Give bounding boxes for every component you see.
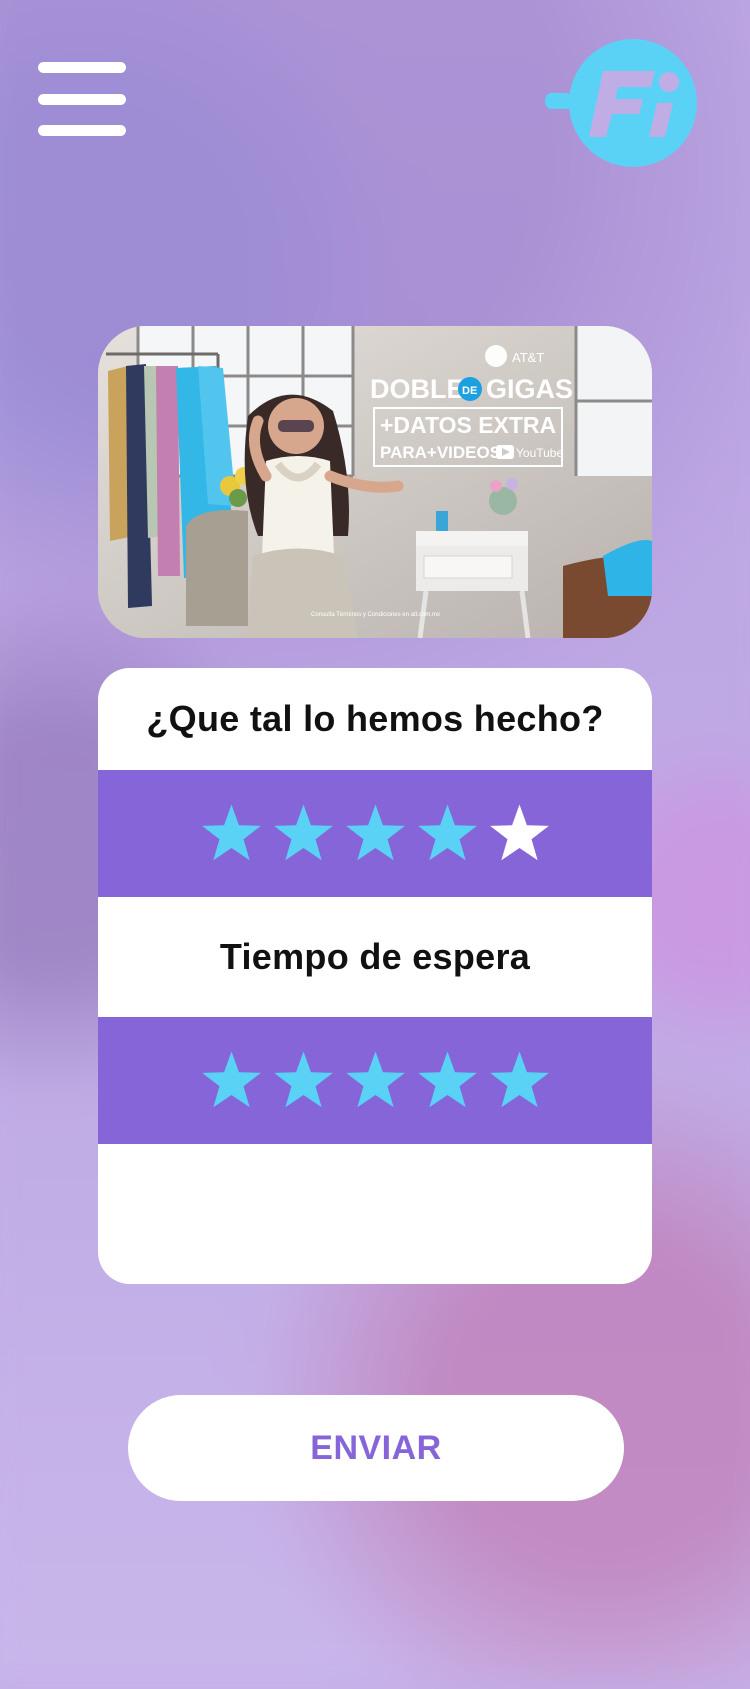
- question-label: Tiempo de espera: [219, 936, 531, 977]
- promo-disclaimer: Consulta Términos y Condiciones en att.c…: [311, 612, 440, 618]
- star-filled-icon[interactable]: [272, 1049, 335, 1112]
- star-filled-icon[interactable]: [272, 802, 335, 865]
- menu-line: [38, 125, 126, 136]
- promo-line2: +DATOS EXTRA: [380, 412, 556, 438]
- star-filled-icon[interactable]: [200, 802, 263, 865]
- question-row: ¿Que tal lo hemos hecho?: [98, 668, 652, 770]
- promo-headline-part1: DOBLE: [370, 374, 465, 404]
- star-empty-icon[interactable]: [488, 802, 551, 865]
- star-filled-icon[interactable]: [344, 802, 407, 865]
- submit-button[interactable]: ENVIAR: [128, 1395, 624, 1501]
- promo-line3: PARA+VIDEOS: [380, 443, 501, 462]
- promo-headline-de: DE: [462, 385, 477, 397]
- question-label: ¿Que tal lo hemos hecho?: [146, 698, 604, 739]
- star-filled-icon[interactable]: [416, 802, 479, 865]
- promo-youtube: YouTube: [516, 446, 563, 460]
- menu-line: [38, 93, 126, 105]
- star-filled-icon[interactable]: [488, 1049, 551, 1112]
- submit-button-label: ENVIAR: [310, 1428, 442, 1467]
- question-row: Tiempo de espera: [98, 897, 652, 1017]
- promo-video-card[interactable]: AT&T DOBLE DE GIGAS +DATOS EXTRA PARA+VI…: [98, 326, 652, 638]
- rating-stars-row: [98, 1017, 652, 1144]
- star-filled-icon[interactable]: [344, 1049, 407, 1112]
- promo-image: AT&T DOBLE DE GIGAS +DATOS EXTRA PARA+VI…: [98, 326, 652, 638]
- fi-logo-icon: [545, 39, 697, 167]
- star-filled-icon[interactable]: [200, 1049, 263, 1112]
- menu-line: [38, 62, 126, 73]
- promo-headline-part2: GIGAS: [486, 374, 573, 404]
- hamburger-menu-icon[interactable]: [38, 62, 126, 136]
- rating-stars-row: [98, 770, 652, 897]
- rating-panel: ¿Que tal lo hemos hecho? Tiempo de esper…: [98, 668, 652, 1284]
- star-filled-icon[interactable]: [416, 1049, 479, 1112]
- promo-brand: AT&T: [512, 350, 544, 365]
